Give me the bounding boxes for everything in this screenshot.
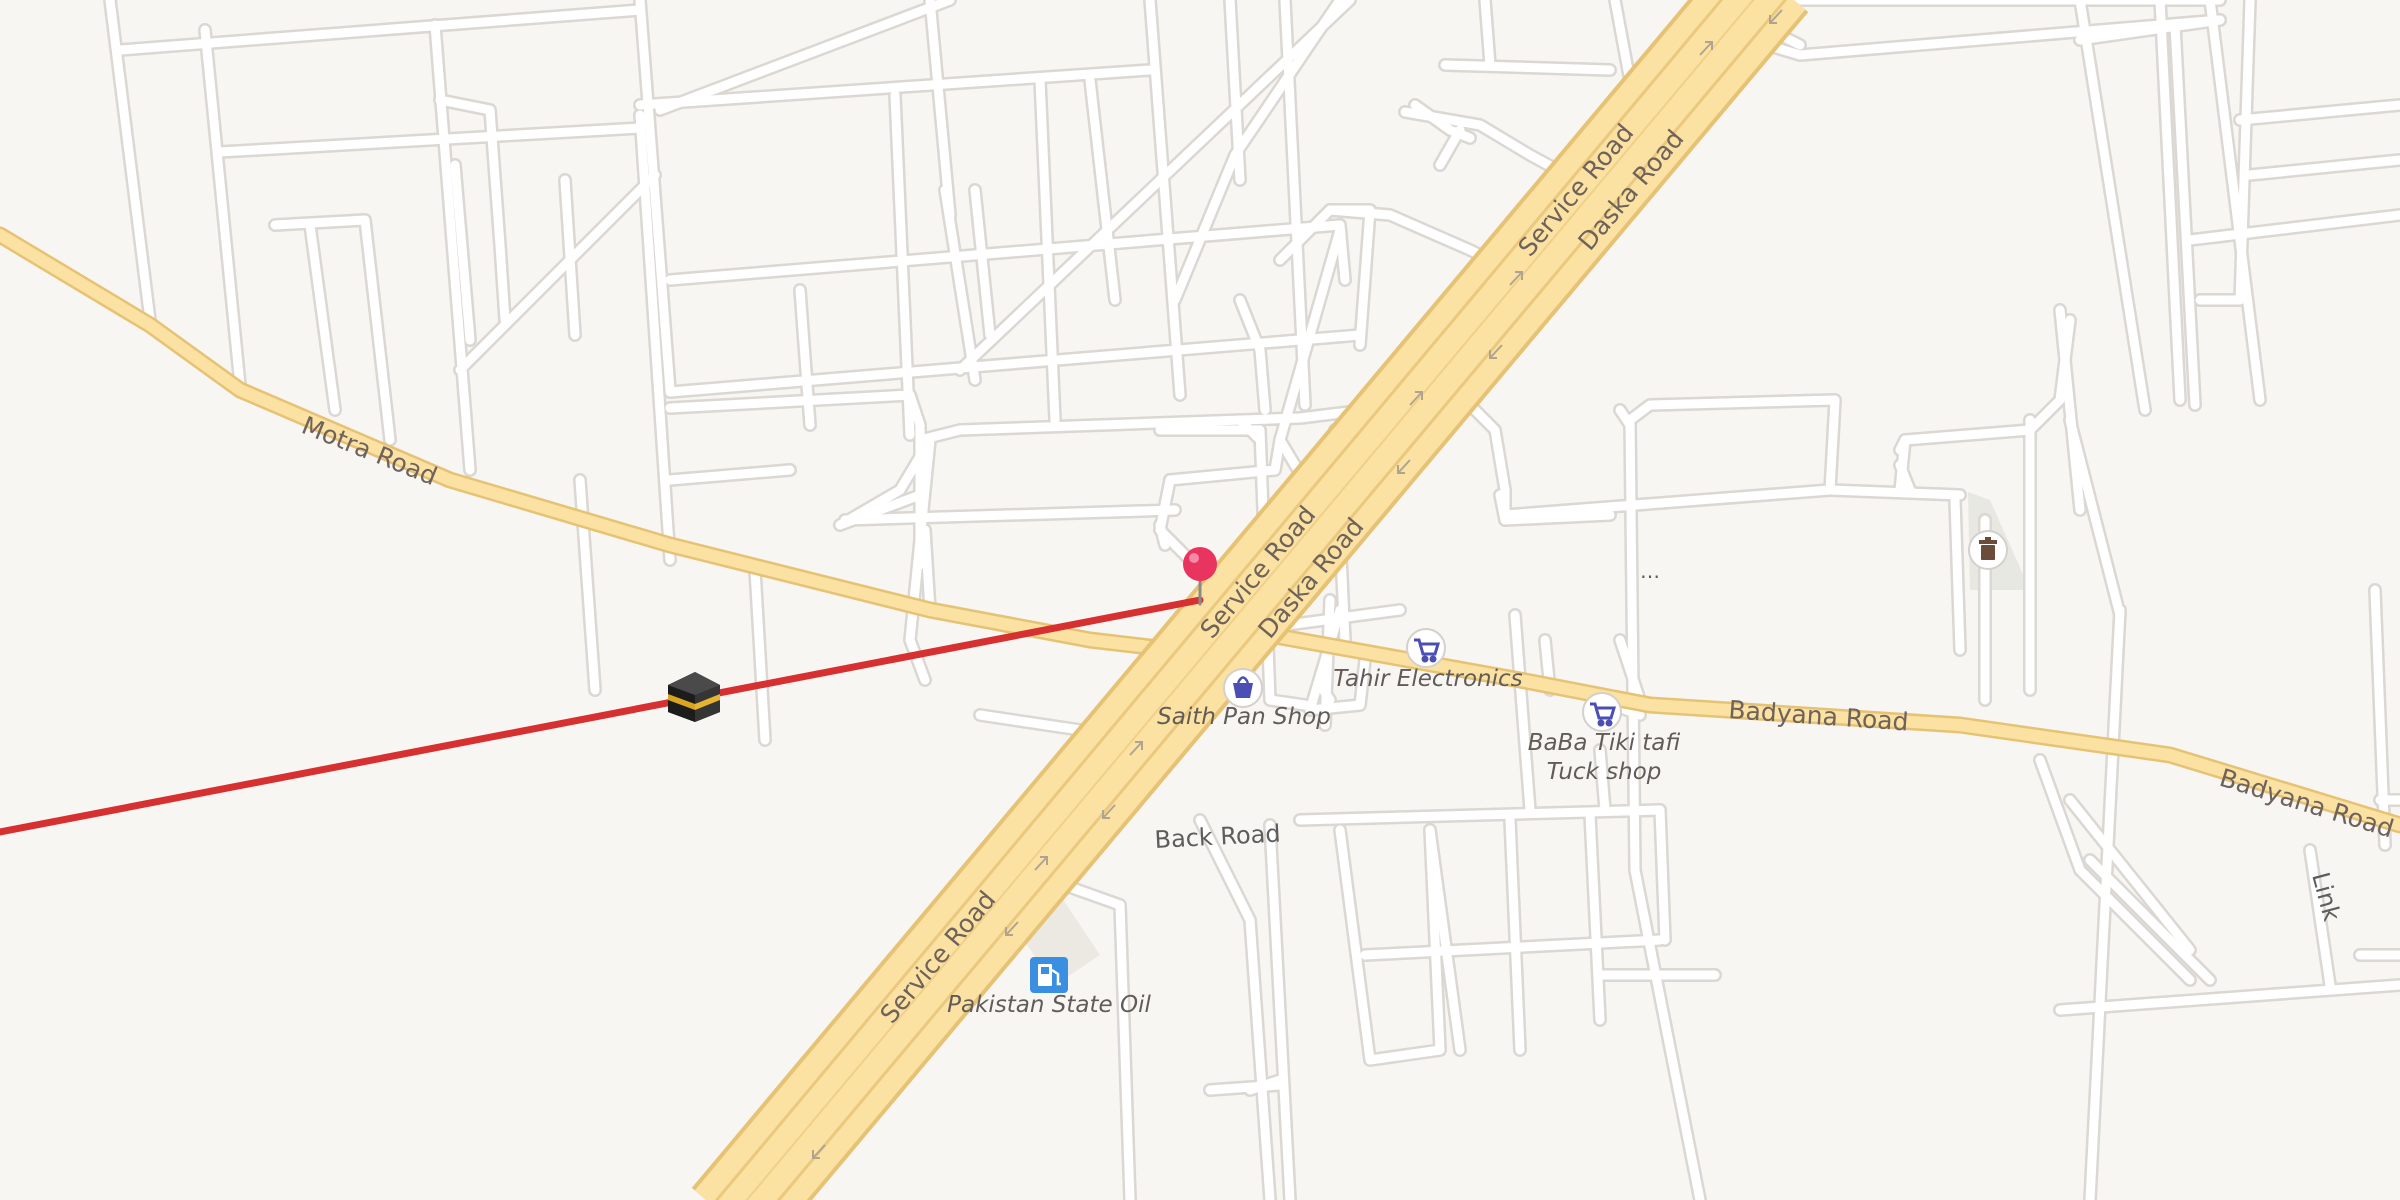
road-label-badyana-2: Badyana Road [2216, 763, 2397, 843]
road-label-badyana-1: Badyana Road [1728, 695, 1910, 737]
kaaba-icon[interactable] [668, 672, 720, 722]
road-label-link: Link [2306, 869, 2346, 924]
map-view[interactable]: Motra Road Service Road Daska Road Servi… [0, 0, 2400, 1200]
poi-label-baba-1: BaBa Tiki tafi [1528, 730, 1681, 756]
poi-waste-bin[interactable] [1968, 530, 2008, 570]
waste-bin-icon [1979, 537, 1997, 560]
map-ellipsis: … [1640, 559, 1660, 583]
poi-label-saith: Saith Pan Shop [1157, 704, 1331, 730]
poi-label-pso: Pakistan State Oil [947, 992, 1151, 1018]
road-label-motra: Motra Road [298, 411, 441, 491]
map-canvas[interactable]: Motra Road Service Road Daska Road Servi… [0, 0, 2400, 1200]
road-label-back-road: Back Road [1154, 819, 1281, 854]
poi-label-tahir: Tahir Electronics [1333, 666, 1522, 692]
poi-label-baba-2: Tuck shop [1547, 759, 1662, 785]
